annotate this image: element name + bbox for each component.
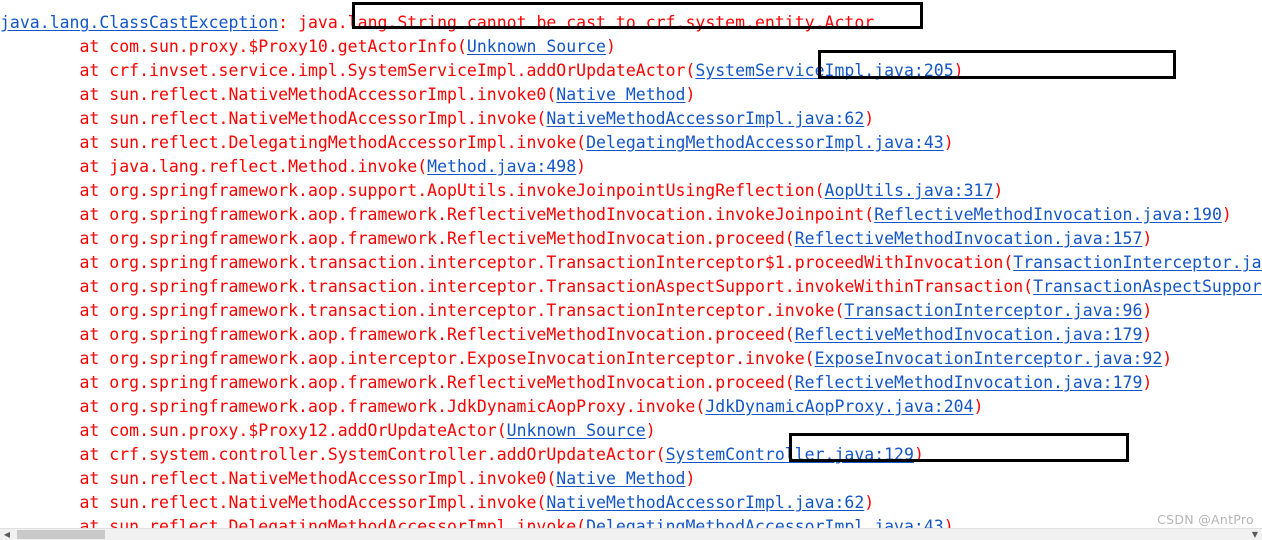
source-location-link[interactable]: Unknown Source xyxy=(467,37,606,56)
stack-frame-text: at org.springframework.aop.framework.Ref… xyxy=(0,229,795,248)
source-location-link[interactable]: TransactionInterceptor.java:99 xyxy=(1013,253,1262,272)
stack-frame-text: at org.springframework.aop.framework.Jdk… xyxy=(0,397,706,416)
horizontal-scrollbar[interactable]: ◀ ▼ xyxy=(0,528,1262,540)
stack-frame-text: at sun.reflect.NativeMethodAccessorImpl.… xyxy=(0,85,557,104)
stacktrace-line: at org.springframework.aop.framework.Ref… xyxy=(0,371,1262,395)
stacktrace-line: at org.springframework.transaction.inter… xyxy=(0,299,1262,323)
source-location-link[interactable]: Unknown Source xyxy=(507,421,646,440)
stack-frame-text: at com.sun.proxy.$Proxy12.addOrUpdateAct… xyxy=(0,421,507,440)
stack-frame-text: at crf.system.controller.SystemControlle… xyxy=(0,445,666,464)
stack-frame-tail: ) xyxy=(1142,373,1153,392)
stacktrace-line: at org.springframework.aop.framework.Ref… xyxy=(0,203,1262,227)
source-location-link[interactable]: ReflectiveMethodInvocation.java:179 xyxy=(795,373,1143,392)
stacktrace-line-list: java.lang.ClassCastException: java.lang.… xyxy=(0,0,1262,528)
stack-frame-tail: ) xyxy=(913,445,924,464)
stacktrace-line: at sun.reflect.DelegatingMethodAccessorI… xyxy=(0,515,1262,528)
stack-frame-tail: ) xyxy=(953,61,964,80)
source-location-link[interactable]: ReflectiveMethodInvocation.java:179 xyxy=(795,325,1143,344)
exception-message: java.lang.String cannot be cast to crf.s… xyxy=(298,13,875,32)
stack-frame-tail: ) xyxy=(1162,349,1173,368)
stack-frame-text: at org.springframework.aop.framework.Ref… xyxy=(0,205,875,224)
source-location-link[interactable]: TransactionInterceptor.java:96 xyxy=(844,301,1142,320)
stack-frame-tail: ) xyxy=(605,37,616,56)
stacktrace-line: at sun.reflect.NativeMethodAccessorImpl.… xyxy=(0,83,1262,107)
stack-frame-text: at sun.reflect.NativeMethodAccessorImpl.… xyxy=(0,109,547,128)
source-location-link[interactable]: JdkDynamicAopProxy.java:204 xyxy=(705,397,973,416)
source-location-link[interactable]: NativeMethodAccessorImpl.java:62 xyxy=(546,493,864,512)
stacktrace-line: at org.springframework.aop.support.AopUt… xyxy=(0,179,1262,203)
stack-frame-tail: ) xyxy=(943,133,954,152)
stack-frame-text: at java.lang.reflect.Method.invoke( xyxy=(0,157,428,176)
stacktrace-line: at java.lang.reflect.Method.invoke(Metho… xyxy=(0,155,1262,179)
source-location-link[interactable]: DelegatingMethodAccessorImpl.java:43 xyxy=(586,517,944,528)
source-location-link[interactable]: Method.java:498 xyxy=(427,157,576,176)
scrollbar-thumb[interactable] xyxy=(17,530,105,539)
stacktrace-line: at sun.reflect.NativeMethodAccessorImpl.… xyxy=(0,107,1262,131)
stack-frame-text: at sun.reflect.NativeMethodAccessorImpl.… xyxy=(0,469,557,488)
stacktrace-line: at sun.reflect.DelegatingMethodAccessorI… xyxy=(0,131,1262,155)
source-location-link[interactable]: ReflectiveMethodInvocation.java:190 xyxy=(874,205,1222,224)
csdn-watermark: CSDN @AntPro xyxy=(1157,512,1254,527)
source-location-link[interactable]: DelegatingMethodAccessorImpl.java:43 xyxy=(586,133,944,152)
scroll-left-arrow-icon[interactable]: ◀ xyxy=(0,529,14,540)
stack-frame-text: at org.springframework.aop.framework.Ref… xyxy=(0,373,795,392)
exception-header-line: java.lang.ClassCastException: java.lang.… xyxy=(0,11,1262,35)
stack-frame-tail: ) xyxy=(685,85,696,104)
stack-frame-text: at org.springframework.aop.support.AopUt… xyxy=(0,181,825,200)
stack-frame-text: at org.springframework.transaction.inter… xyxy=(0,277,1034,296)
stack-frame-text: at org.springframework.transaction.inter… xyxy=(0,301,845,320)
clipped-top-line xyxy=(0,0,1262,11)
source-location-link[interactable]: ExposeInvocationInterceptor.java:92 xyxy=(815,349,1163,368)
source-location-link[interactable]: SystemServiceImpl.java:205 xyxy=(695,61,953,80)
stacktrace-line: at crf.invset.service.impl.SystemService… xyxy=(0,59,1262,83)
source-location-link[interactable]: Native Method xyxy=(556,85,685,104)
stack-frame-tail: ) xyxy=(645,421,656,440)
stack-frame-tail: ) xyxy=(685,469,696,488)
stack-frame-text: at com.sun.proxy.$Proxy10.getActorInfo( xyxy=(0,37,467,56)
stacktrace-line: at crf.system.controller.SystemControlle… xyxy=(0,443,1262,467)
stack-frame-tail: ) xyxy=(993,181,1004,200)
stack-frame-tail: ) xyxy=(973,397,984,416)
scroll-right-arrow-icon[interactable]: ▼ xyxy=(1248,529,1262,540)
stack-frame-tail: ) xyxy=(1221,205,1232,224)
stacktrace-line: at com.sun.proxy.$Proxy12.addOrUpdateAct… xyxy=(0,419,1262,443)
stacktrace-line: at com.sun.proxy.$Proxy10.getActorInfo(U… xyxy=(0,35,1262,59)
stacktrace-console[interactable]: java.lang.ClassCastException: java.lang.… xyxy=(0,0,1262,528)
stack-frame-text: at sun.reflect.DelegatingMethodAccessorI… xyxy=(0,133,587,152)
stacktrace-line: at org.springframework.aop.interceptor.E… xyxy=(0,347,1262,371)
source-location-link[interactable]: ReflectiveMethodInvocation.java:157 xyxy=(795,229,1143,248)
stack-frame-text: at sun.reflect.DelegatingMethodAccessorI… xyxy=(0,517,587,528)
exception-type-link[interactable]: java.lang.ClassCastException xyxy=(0,13,278,32)
stacktrace-line: at org.springframework.aop.framework.Ref… xyxy=(0,227,1262,251)
stack-frame-tail: ) xyxy=(943,517,954,528)
stacktrace-line: at org.springframework.aop.framework.Ref… xyxy=(0,323,1262,347)
stacktrace-line: at sun.reflect.NativeMethodAccessorImpl.… xyxy=(0,467,1262,491)
stacktrace-line: at sun.reflect.NativeMethodAccessorImpl.… xyxy=(0,491,1262,515)
source-location-link[interactable]: Native Method xyxy=(556,469,685,488)
stack-frame-tail: ) xyxy=(576,157,587,176)
source-location-link[interactable]: SystemController.java:129 xyxy=(666,445,914,464)
stack-frame-tail: ) xyxy=(864,493,875,512)
exception-separator: : xyxy=(278,13,299,32)
stack-frame-text: at org.springframework.aop.interceptor.E… xyxy=(0,349,815,368)
source-location-link[interactable]: TransactionAspectSupport.java:282 xyxy=(1033,277,1262,296)
stack-frame-text: at org.springframework.transaction.inter… xyxy=(0,253,1014,272)
source-location-link[interactable]: AopUtils.java:317 xyxy=(825,181,994,200)
stack-frame-tail: ) xyxy=(1142,325,1153,344)
stack-frame-text: at crf.invset.service.impl.SystemService… xyxy=(0,61,696,80)
stacktrace-line: at org.springframework.transaction.inter… xyxy=(0,251,1262,275)
stack-frame-tail: ) xyxy=(1142,301,1153,320)
source-location-link[interactable]: NativeMethodAccessorImpl.java:62 xyxy=(546,109,864,128)
stack-frame-text: at org.springframework.aop.framework.Ref… xyxy=(0,325,795,344)
stacktrace-line: at org.springframework.aop.framework.Jdk… xyxy=(0,395,1262,419)
stack-frame-text: at sun.reflect.NativeMethodAccessorImpl.… xyxy=(0,493,547,512)
stack-frame-tail: ) xyxy=(1142,229,1153,248)
stacktrace-line: at org.springframework.transaction.inter… xyxy=(0,275,1262,299)
stack-frame-tail: ) xyxy=(864,109,875,128)
